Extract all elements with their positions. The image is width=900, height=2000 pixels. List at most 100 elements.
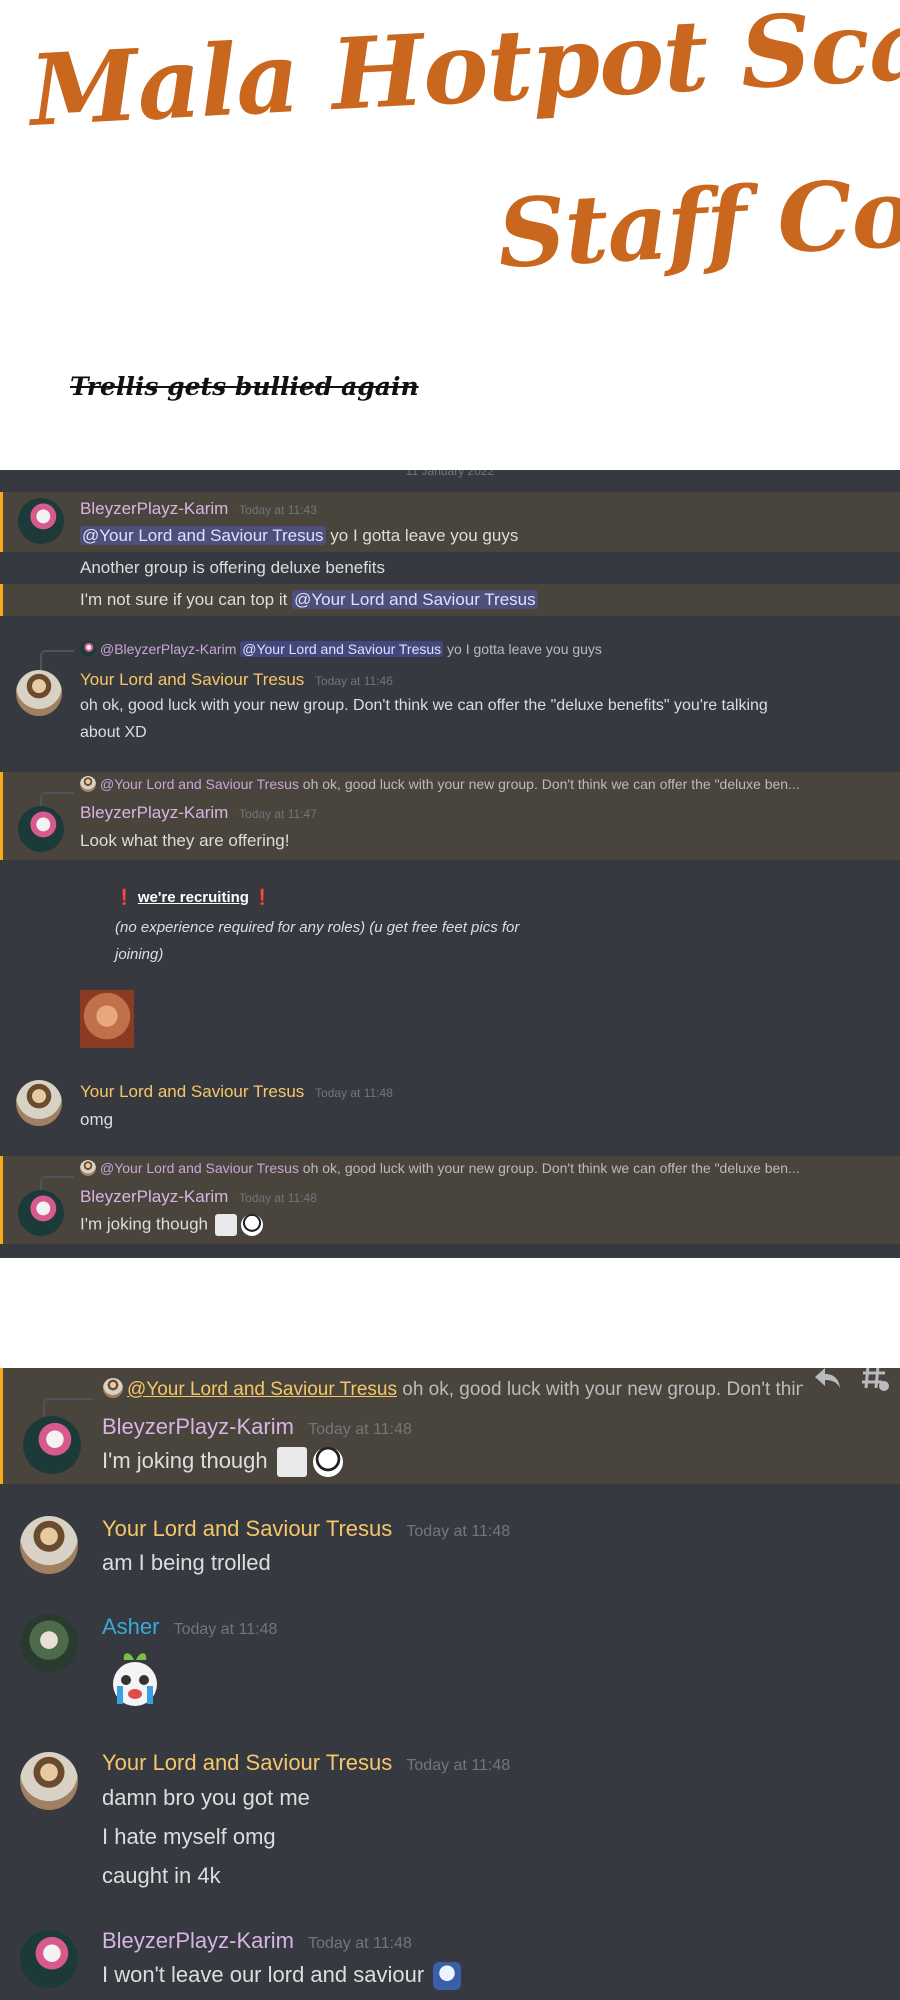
message-karim-2[interactable]: @Your Lord and Saviour Tresus oh ok, goo… — [0, 772, 900, 860]
avatar — [80, 776, 96, 792]
author-name[interactable]: Your Lord and Saviour Tresus — [102, 1750, 392, 1775]
message-text: @Your Lord and Saviour Tresus yo I gotta… — [80, 526, 518, 546]
message-karim-1[interactable]: BleyzerPlayz-Karim Today at 11:43 @Your … — [0, 492, 900, 552]
message-header: Your Lord and Saviour Tresus Today at 11… — [80, 670, 393, 690]
author-name[interactable]: BleyzerPlayz-Karim — [102, 1928, 294, 1953]
reply-text: yo I gotta leave you guys — [443, 641, 602, 657]
timestamp: Today at 11:48 — [406, 1523, 511, 1540]
skeleton-emoji-icon[interactable] — [276, 1447, 307, 1477]
message-header: Your Lord and Saviour Tresus Today at 11… — [102, 1516, 510, 1542]
timestamp: Today at 11:48 — [173, 1621, 278, 1638]
page-title-line2: Staff Corner — [495, 146, 900, 290]
message-text-part: I'm joking though — [80, 1214, 208, 1234]
author-name[interactable]: Your Lord and Saviour Tresus — [102, 1516, 392, 1541]
message-text: oh ok, good luck with your new group. Do… — [80, 697, 768, 714]
avatar[interactable] — [16, 670, 62, 716]
avatar[interactable] — [20, 1516, 78, 1574]
message-text-part: I'm joking though — [102, 1447, 268, 1473]
message-header: Your Lord and Saviour Tresus Today at 11… — [102, 1750, 510, 1776]
author-name[interactable]: BleyzerPlayz-Karim — [80, 803, 228, 822]
timestamp: Today at 11:48 — [315, 1086, 393, 1100]
avatar — [80, 1160, 96, 1176]
exclamation-icon: ❗ — [253, 889, 272, 906]
timestamp: Today at 11:48 — [308, 1935, 412, 1952]
page-subtitle: Trellis gets bullied again — [70, 372, 419, 401]
message-text: I won't leave our lord and saviour — [102, 1962, 462, 1991]
avatar[interactable] — [23, 1416, 81, 1474]
reply-text: oh ok, good luck with your new group. Do… — [298, 776, 800, 792]
message-text-part: yo I gotta leave you guys — [325, 526, 519, 545]
reply-text: oh ok, good luck with your new group. Do… — [396, 1379, 803, 1400]
avatar[interactable] — [18, 806, 64, 852]
message-text: about XD — [80, 724, 147, 741]
reply-author[interactable]: @BleyzerPlayz-Karim — [100, 641, 236, 657]
reply-preview[interactable]: @Your Lord and Saviour Tresus oh ok, goo… — [103, 1378, 803, 1401]
author-name[interactable]: Your Lord and Saviour Tresus — [80, 670, 304, 689]
troll-face-emoji-icon[interactable] — [312, 1447, 343, 1477]
chat-screenshot-2: @Your Lord and Saviour Tresus oh ok, goo… — [0, 1368, 900, 2000]
message-header: BleyzerPlayz-Karim Today at 11:48 — [102, 1928, 412, 1954]
message-header: Asher Today at 11:48 — [102, 1614, 277, 1640]
timestamp: Today at 11:46 — [315, 674, 393, 688]
message-text: I hate myself omg — [102, 1824, 276, 1849]
message-text: I'm joking though — [80, 1214, 264, 1236]
laughing-face-image[interactable] — [80, 990, 134, 1048]
message-text: caught in 4k — [102, 1863, 221, 1888]
message-text: Look what they are offering! — [80, 831, 290, 850]
chat-screenshot-1: 11 January 2022 BleyzerPlayz-Karim Today… — [0, 470, 900, 1258]
timestamp: Today at 11:48 — [308, 1421, 412, 1438]
author-name[interactable]: BleyzerPlayz-Karim — [80, 1187, 228, 1206]
message-karim-1-line3[interactable]: I'm not sure if you can top it @Your Lor… — [0, 584, 900, 616]
user-mention[interactable]: @Your Lord and Saviour Tresus — [240, 641, 444, 657]
reply-connector — [40, 650, 74, 672]
date-divider: 11 January 2022 — [405, 470, 495, 478]
reply-author[interactable]: @Your Lord and Saviour Tresus — [127, 1379, 397, 1400]
sad-emoji-icon[interactable] — [433, 1962, 462, 1991]
author-name[interactable]: BleyzerPlayz-Karim — [80, 499, 228, 518]
crying-emoji-icon[interactable] — [106, 1648, 166, 1708]
avatar[interactable] — [18, 1190, 64, 1236]
author-name[interactable]: BleyzerPlayz-Karim — [102, 1414, 294, 1439]
author-name[interactable]: Your Lord and Saviour Tresus — [80, 1082, 304, 1101]
avatar[interactable] — [20, 1752, 78, 1810]
reply-preview[interactable]: @Your Lord and Saviour Tresus oh ok, goo… — [80, 1160, 860, 1176]
page-title-line1: Mala Hotpot Scans — [26, 0, 900, 149]
message-text: Another group is offering deluxe benefit… — [80, 558, 385, 577]
avatar[interactable] — [20, 1614, 78, 1672]
avatar — [80, 641, 96, 657]
exclamation-icon: ❗ — [115, 889, 134, 906]
reply-preview[interactable]: @Your Lord and Saviour Tresus oh ok, goo… — [80, 776, 860, 792]
troll-face-emoji-icon[interactable] — [241, 1214, 264, 1236]
message-text: omg — [80, 1110, 114, 1129]
message-karim-3[interactable]: @Your Lord and Saviour Tresus oh ok, goo… — [0, 1156, 900, 1244]
reply-preview[interactable]: @BleyzerPlayz-Karim @Your Lord and Savio… — [80, 641, 860, 657]
timestamp: Today at 11:48 — [406, 1757, 511, 1774]
reply-icon[interactable] — [812, 1368, 842, 1399]
message-header: Your Lord and Saviour Tresus Today at 11… — [80, 1082, 393, 1102]
skeleton-emoji-icon[interactable] — [214, 1214, 237, 1236]
message-text: I'm not sure if you can top it @Your Lor… — [80, 590, 538, 610]
author-name[interactable]: Asher — [102, 1614, 159, 1639]
create-thread-icon[interactable] — [860, 1368, 890, 1399]
timestamp: Today at 11:48 — [239, 1191, 317, 1205]
embed-title[interactable]: ❗ we're recruiting ❗ — [115, 888, 272, 906]
timestamp: Today at 11:47 — [239, 807, 317, 821]
message-text-part: I won't leave our lord and saviour — [102, 1962, 425, 1987]
embed-title-text[interactable]: we're recruiting — [138, 889, 249, 906]
message-text: I'm joking though — [102, 1447, 343, 1477]
message-header: BleyzerPlayz-Karim Today at 11:43 — [80, 499, 317, 519]
avatar[interactable] — [16, 1080, 62, 1126]
user-mention[interactable]: @Your Lord and Saviour Tresus — [292, 590, 538, 609]
message-text: am I being trolled — [102, 1550, 271, 1575]
avatar[interactable] — [20, 1930, 78, 1988]
message-header: BleyzerPlayz-Karim Today at 11:48 — [102, 1414, 412, 1440]
message-text: damn bro you got me — [102, 1785, 310, 1810]
reply-author[interactable]: @Your Lord and Saviour Tresus — [100, 776, 299, 792]
reply-author[interactable]: @Your Lord and Saviour Tresus — [100, 1160, 299, 1176]
user-mention[interactable]: @Your Lord and Saviour Tresus — [80, 526, 326, 545]
message-karim-4[interactable]: @Your Lord and Saviour Tresus oh ok, goo… — [0, 1368, 900, 1484]
timestamp: Today at 11:43 — [239, 503, 317, 517]
avatar[interactable] — [18, 498, 64, 544]
message-header: BleyzerPlayz-Karim Today at 11:48 — [80, 1187, 317, 1207]
avatar — [103, 1378, 123, 1398]
